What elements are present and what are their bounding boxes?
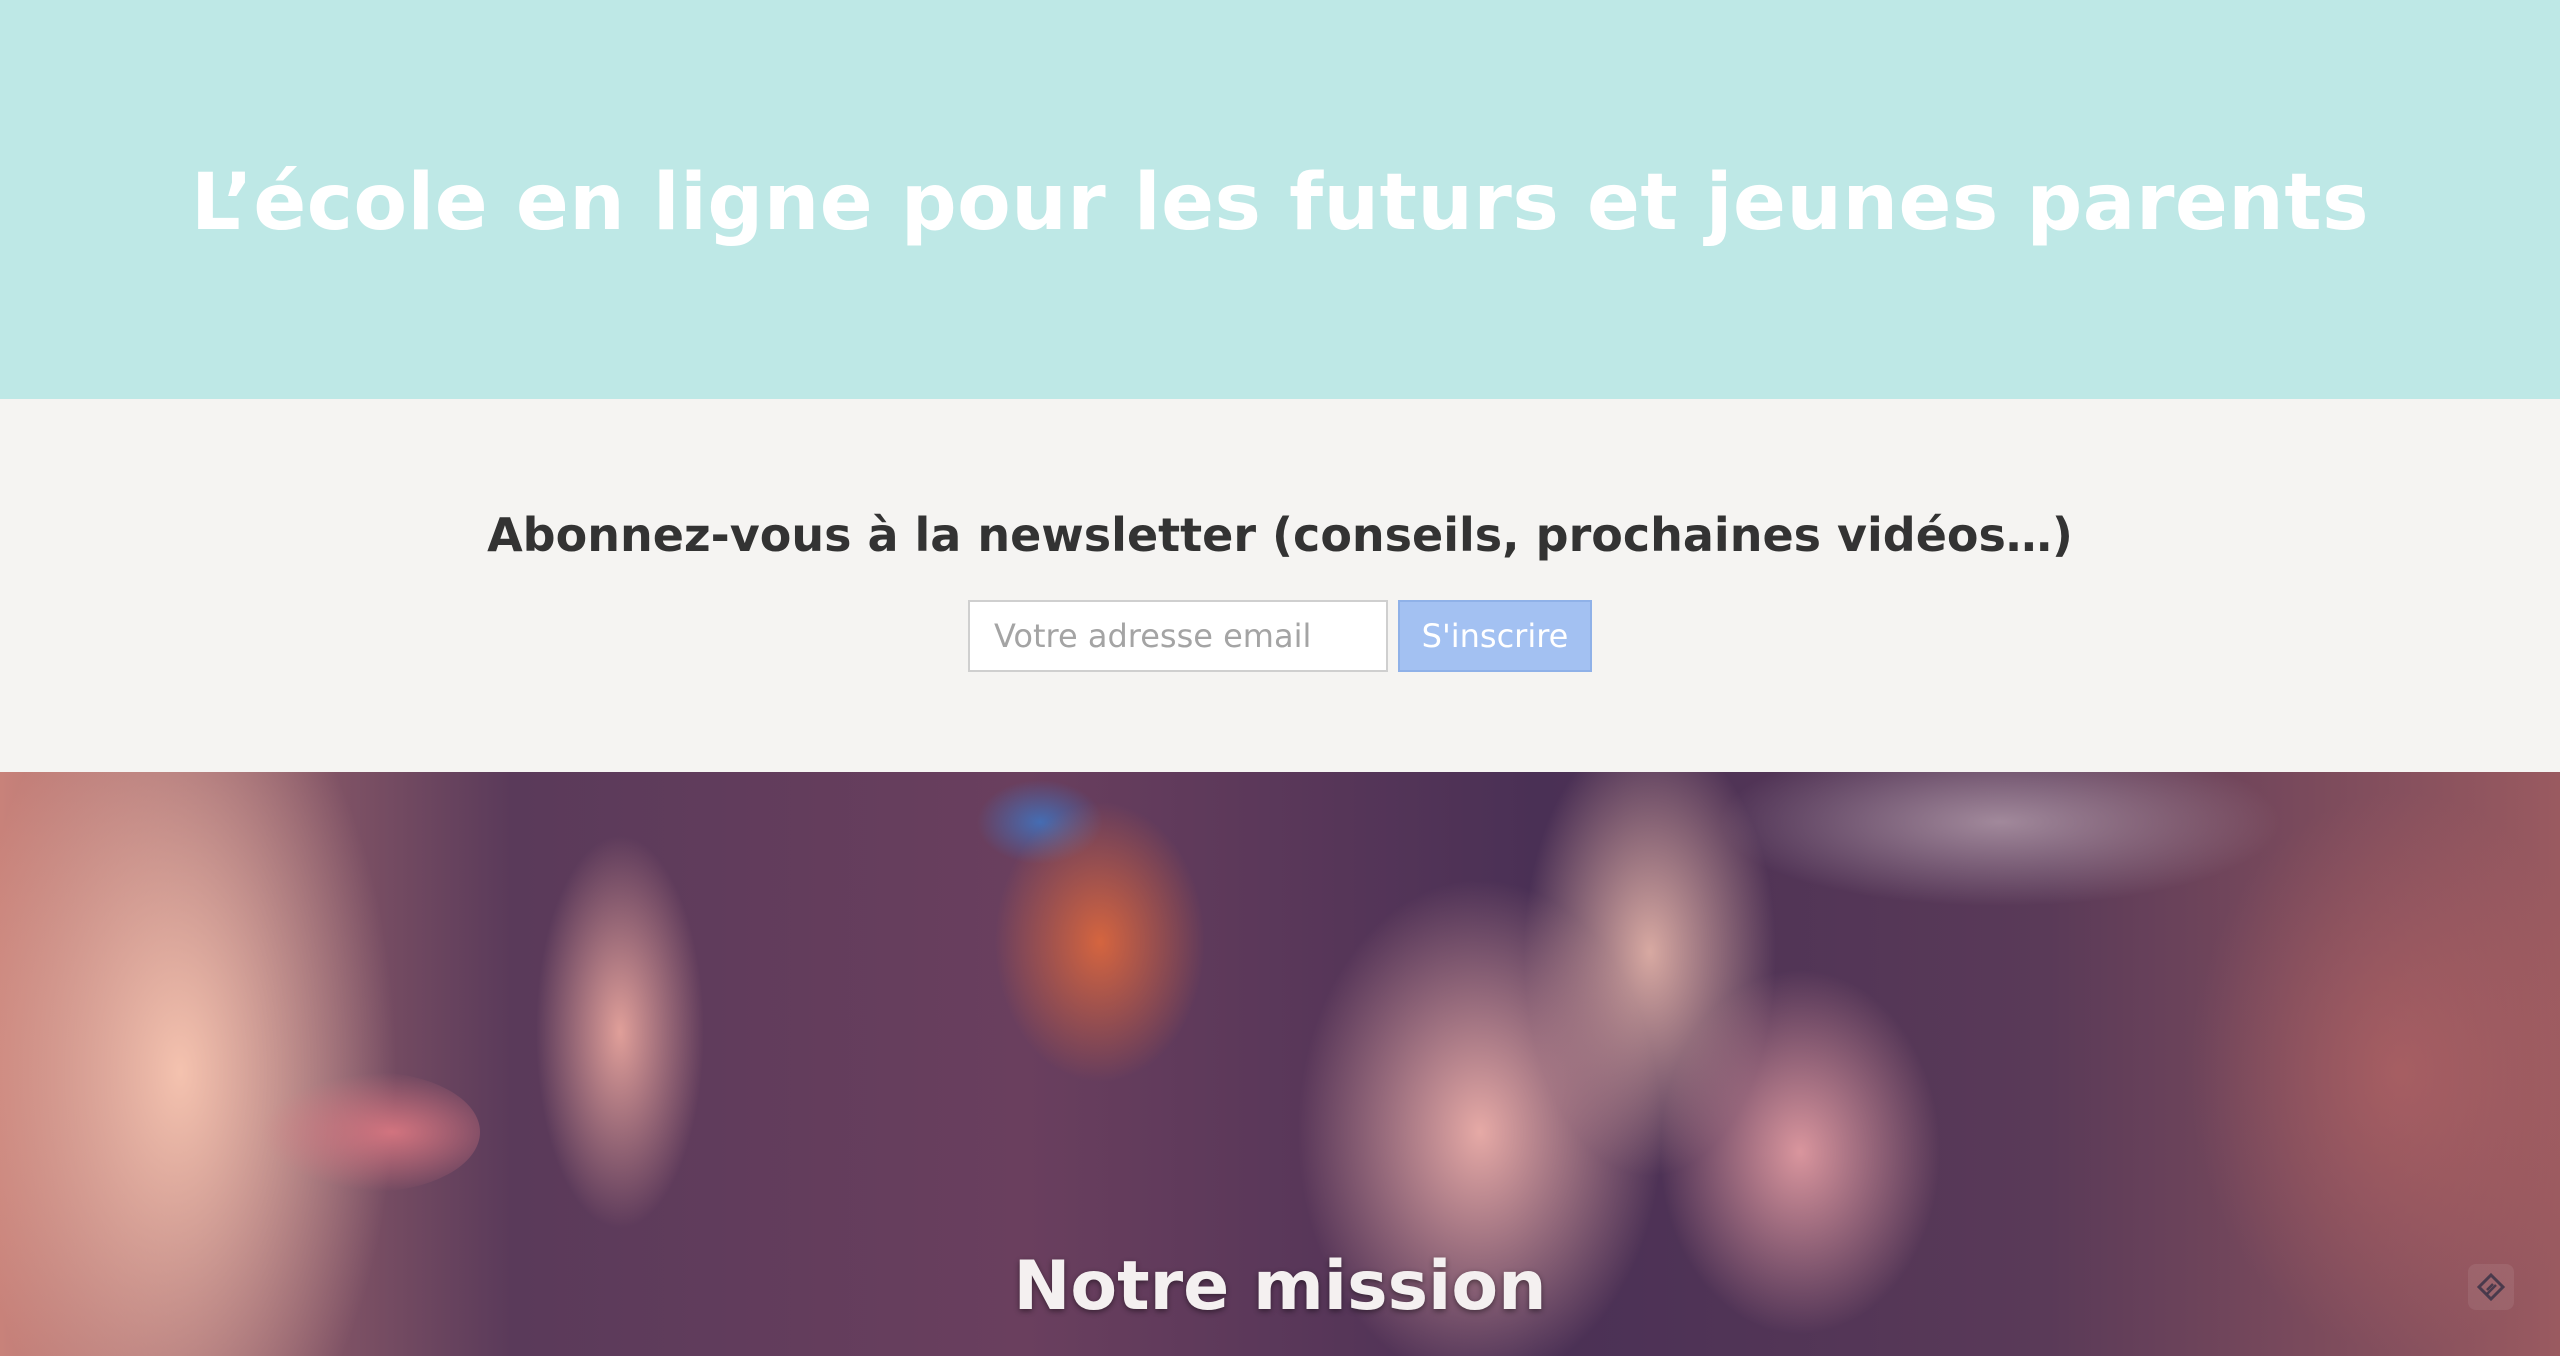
mission-title: Notre mission [1013,1247,1547,1326]
hero-photo-decoration [260,1072,480,1192]
feedly-icon-glyph [2476,1272,2506,1302]
newsletter-heading: Abonnez-vous à la newsletter (conseils, … [487,508,2073,562]
hero-banner: L’école en ligne pour les futurs et jeun… [0,0,2560,399]
newsletter-section: Abonnez-vous à la newsletter (conseils, … [0,399,2560,772]
subscribe-button[interactable]: S'inscrire [1398,600,1592,672]
hero-title: L’école en ligne pour les futurs et jeun… [190,158,2370,248]
mission-section: Notre mission [0,772,2560,1356]
email-input[interactable] [968,600,1388,672]
feedly-icon[interactable] [2468,1264,2514,1310]
newsletter-form: S'inscrire [968,600,1592,672]
